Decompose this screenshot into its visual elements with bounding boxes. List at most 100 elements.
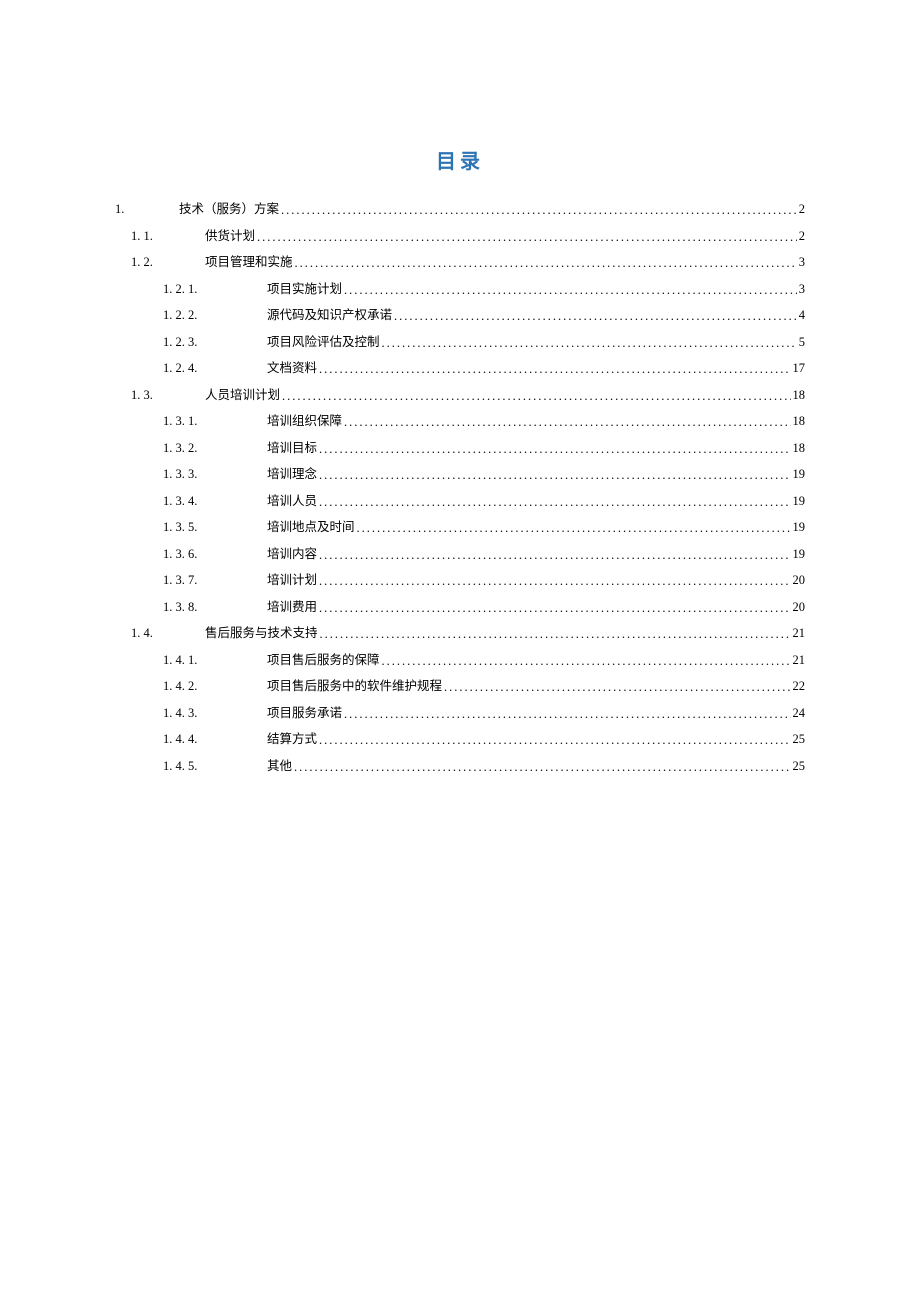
toc-leader [294,754,790,781]
toc-page: 2 [799,196,805,223]
toc-entry[interactable]: 1. 3. 5.培训地点及时间 19 [115,514,805,541]
toc-page: 20 [793,567,806,594]
toc-number: 1. 3. 8. [163,594,267,621]
toc-leader [319,356,790,383]
toc-number: 1. 3. [131,382,205,409]
toc-leader [319,462,790,489]
toc-page: 25 [793,753,806,780]
toc-entry[interactable]: 1. 4.售后服务与技术支持21 [115,620,805,647]
toc-title: 目录 [115,145,805,174]
toc-text: 项目售后服务中的软件维护规程 [267,673,442,700]
toc-text: 培训人员 [267,488,317,515]
toc-entry[interactable]: 1. 4. 1.项目售后服务的保障21 [115,647,805,674]
toc-text: 售后服务与技术支持 [205,620,318,647]
toc-number: 1. 4. 2. [163,673,267,700]
toc-page: 18 [793,435,806,462]
toc-entry[interactable]: 1. 3. 8.培训费用 20 [115,594,805,621]
toc-page: 25 [793,726,806,753]
toc-leader [319,568,790,595]
toc-entry[interactable]: 1. 4. 4.结算方式 25 [115,726,805,753]
toc-entry[interactable]: 1. 1.供货计划 2 [115,223,805,250]
toc-leader [319,727,790,754]
toc-text: 源代码及知识产权承诺 [267,302,392,329]
toc-text: 培训目标 [267,435,317,462]
toc-number: 1. 3. 5. [163,514,267,541]
toc-number: 1. 1. [131,223,205,250]
toc-page: 3 [799,276,805,303]
toc-page: 22 [793,673,806,700]
toc-page: 19 [793,488,806,515]
toc-entry[interactable]: 1. 3. 7.培训计划 20 [115,567,805,594]
toc-number: 1. 4. 1. [163,647,267,674]
toc-text: 项目风险评估及控制 [267,329,380,356]
toc-leader [344,277,797,304]
toc-page: 19 [793,461,806,488]
toc-number: 1. 3. 1. [163,408,267,435]
toc-page: 3 [799,249,805,276]
toc-number: 1. 3. 4. [163,488,267,515]
toc-number: 1. 4. [131,620,205,647]
toc-entry[interactable]: 1. 2. 3.项目风险评估及控制 5 [115,329,805,356]
toc-page: 18 [793,382,806,409]
toc-number: 1. 2. 1. [163,276,267,303]
toc-text: 培训内容 [267,541,317,568]
toc-number: 1. 2. 2. [163,302,267,329]
toc-leader [319,595,790,622]
toc-leader [282,383,790,410]
toc-text: 培训组织保障 [267,408,342,435]
toc-entry[interactable]: 1.技术（服务）方案2 [115,196,805,223]
toc-leader [382,330,797,357]
toc-entry[interactable]: 1. 3. 4.培训人员 19 [115,488,805,515]
toc-text: 结算方式 [267,726,317,753]
toc-text: 培训计划 [267,567,317,594]
toc-text: 项目管理和实施 [205,249,293,276]
toc-page: 5 [799,329,805,356]
toc-leader [295,250,797,277]
toc-page: 20 [793,594,806,621]
toc-entry[interactable]: 1. 2. 2.源代码及知识产权承诺 4 [115,302,805,329]
toc-entry[interactable]: 1. 3. 2.培训目标 18 [115,435,805,462]
toc-text: 项目售后服务的保障 [267,647,380,674]
toc-leader [319,489,790,516]
toc-page: 19 [793,541,806,568]
toc-entry[interactable]: 1. 2.项目管理和实施3 [115,249,805,276]
toc-entry[interactable]: 1. 2. 1.项目实施计划 3 [115,276,805,303]
toc-entry[interactable]: 1. 4. 3.项目服务承诺24 [115,700,805,727]
toc-text: 技术（服务）方案 [179,196,279,223]
toc-text: 其他 [267,753,292,780]
toc-leader [394,303,797,330]
toc-page: 2 [799,223,805,250]
toc-entry[interactable]: 1. 4. 2.项目售后服务中的软件维护规程 22 [115,673,805,700]
toc-number: 1. 3. 3. [163,461,267,488]
toc-entry[interactable]: 1. 3. 1.培训组织保障 18 [115,408,805,435]
toc-number: 1. 3. 2. [163,435,267,462]
toc-text: 供货计划 [205,223,255,250]
toc-text: 培训地点及时间 [267,514,355,541]
toc-page: 24 [793,700,806,727]
toc-number: 1. 3. 7. [163,567,267,594]
toc-text: 培训理念 [267,461,317,488]
toc-leader [444,674,790,701]
toc-entry[interactable]: 1. 4. 5.其他 25 [115,753,805,780]
toc-number: 1. 4. 3. [163,700,267,727]
toc-leader [281,197,797,224]
toc-entry[interactable]: 1. 3.人员培训计划 18 [115,382,805,409]
toc-number: 1. 2. 3. [163,329,267,356]
toc-number: 1. 4. 4. [163,726,267,753]
toc-entry[interactable]: 1. 3. 3.培训理念 19 [115,461,805,488]
toc-entry[interactable]: 1. 3. 6.培训内容 19 [115,541,805,568]
toc-page: 4 [799,302,805,329]
toc-number: 1. 4. 5. [163,753,267,780]
toc-leader [382,648,791,675]
toc-text: 培训费用 [267,594,317,621]
toc-text: 人员培训计划 [205,382,280,409]
toc-number: 1. 3. 6. [163,541,267,568]
toc-leader [257,224,797,251]
toc-entry[interactable]: 1. 2. 4.文档资料17 [115,355,805,382]
toc-leader [344,701,790,728]
toc-text: 文档资料 [267,355,317,382]
toc-page: 18 [793,408,806,435]
toc-text: 项目实施计划 [267,276,342,303]
toc-leader [319,436,790,463]
toc-page: 19 [793,514,806,541]
